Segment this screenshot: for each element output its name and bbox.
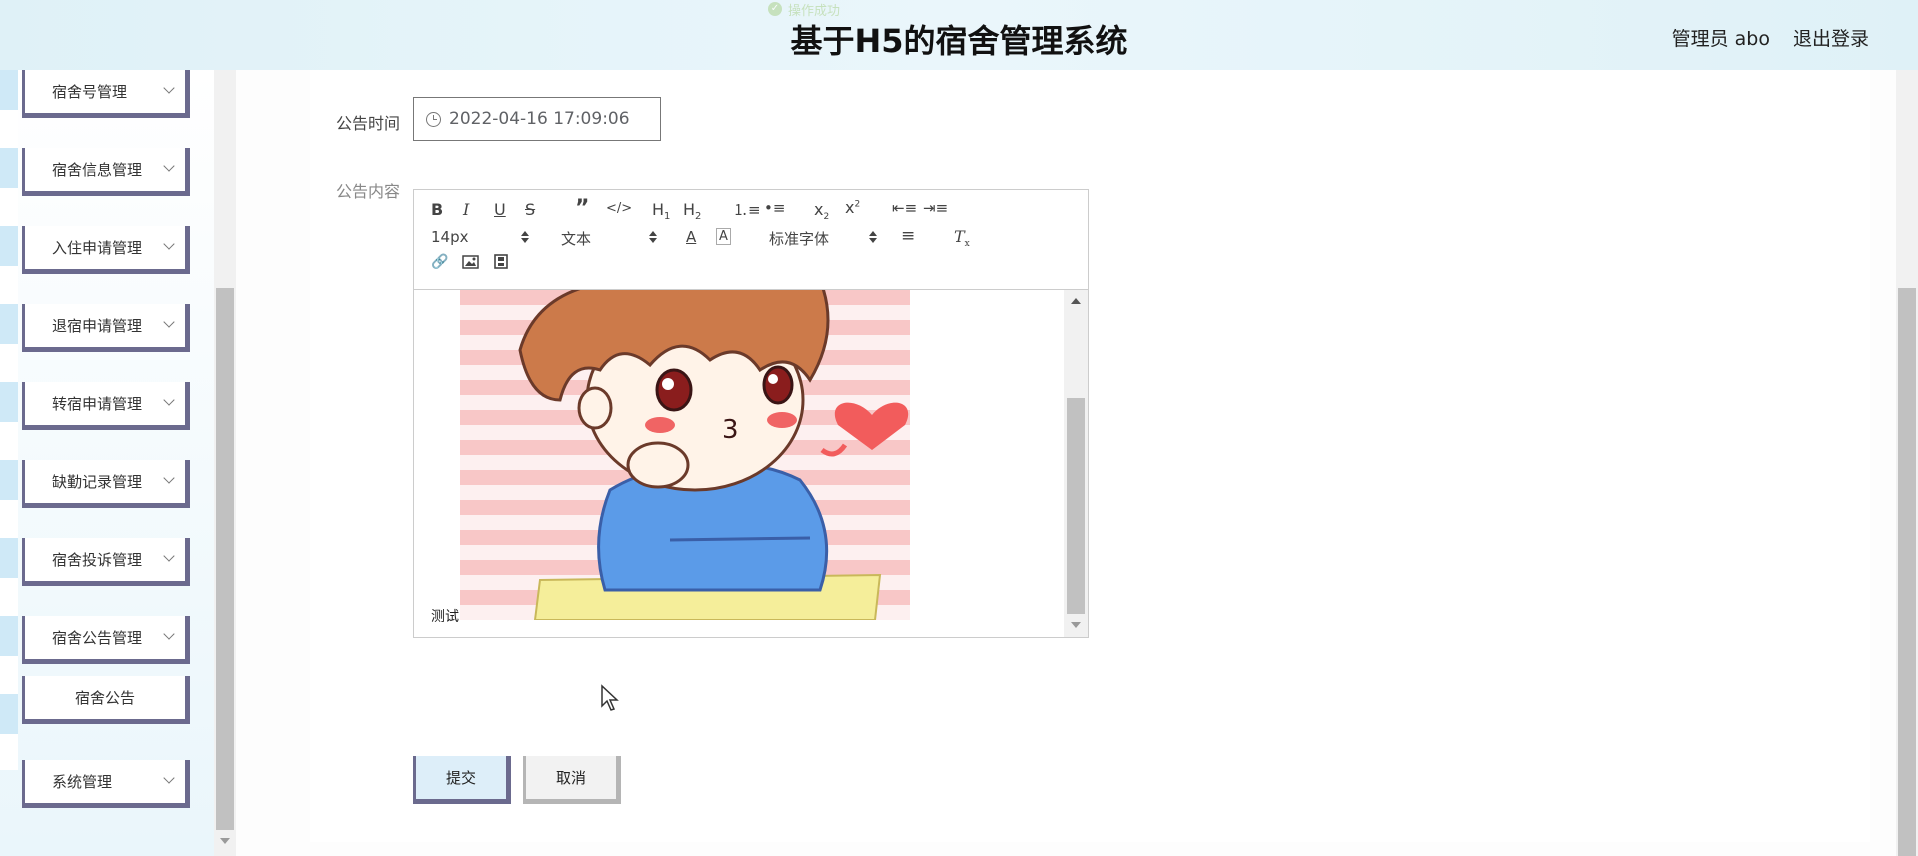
sidebar-item-label: 退宿申请管理 — [52, 317, 143, 335]
notice-time-value: 2022-04-16 17:09:06 — [449, 109, 630, 129]
content-label: 公告内容 — [335, 182, 400, 201]
scrollbar-thumb[interactable] — [216, 288, 234, 830]
chevron-down-icon — [163, 550, 175, 562]
sidebar-item-complaint[interactable]: 宿舍投诉管理 — [22, 538, 190, 586]
font-size-value: 14px — [431, 228, 469, 246]
scroll-up-icon[interactable] — [1071, 298, 1081, 304]
heading1-icon[interactable]: H1 — [652, 200, 670, 222]
sidebar-item-dorm-number[interactable]: 宿舍号管理 — [22, 70, 190, 118]
rich-text-editor[interactable]: B I U S ” </> H1 H2 ⒈≡ •≡ x2 x2 ⇤≡ ⇥≡ 14… — [413, 189, 1089, 638]
page-scrollbar[interactable] — [1896, 70, 1918, 856]
sidebar-item-checkout[interactable]: 退宿申请管理 — [22, 304, 190, 352]
video-icon[interactable] — [494, 254, 508, 273]
sidebar-scrollbar[interactable] — [214, 70, 236, 856]
sidebar-item-label: 转宿申请管理 — [52, 395, 143, 413]
heading2-icon[interactable]: H2 — [683, 200, 701, 222]
sidebar-item-dorm-info[interactable]: 宿舍信息管理 — [22, 148, 190, 196]
superscript-icon[interactable]: x2 — [845, 198, 860, 217]
time-label: 公告时间 — [335, 114, 400, 133]
logout-link[interactable]: 退出登录 — [1793, 24, 1869, 51]
font-family-select[interactable]: 标准字体 — [769, 228, 879, 249]
font-family-value: 标准字体 — [769, 230, 830, 248]
chevron-down-icon — [163, 394, 175, 406]
code-icon[interactable]: </> — [606, 201, 632, 216]
blockquote-icon[interactable]: ” — [575, 196, 589, 221]
sidebar-item-label: 入住申请管理 — [52, 239, 143, 257]
chevron-down-icon — [163, 316, 175, 328]
image-icon[interactable] — [462, 254, 479, 273]
sidebar-item-label: 宿舍信息管理 — [52, 161, 143, 179]
scrollbar-thumb[interactable] — [1067, 398, 1085, 614]
sidebar-item-notice-manage[interactable]: 宿舍公告管理 — [22, 616, 190, 664]
chevron-down-icon — [163, 82, 175, 94]
clear-format-icon[interactable]: Tx — [954, 227, 970, 249]
chevron-down-icon — [163, 160, 175, 172]
underline-icon[interactable]: U — [494, 200, 506, 219]
bullet-list-icon[interactable]: •≡ — [764, 199, 785, 217]
chevron-down-icon — [163, 472, 175, 484]
italic-icon[interactable]: I — [463, 200, 469, 219]
font-size-select[interactable]: 14px — [431, 228, 531, 246]
notice-time-input[interactable]: 2022-04-16 17:09:06 — [413, 97, 661, 141]
submit-button[interactable]: 提交 — [413, 756, 511, 804]
chevron-down-icon — [163, 772, 175, 784]
app-title: 基于H5的宿舍管理系统 — [790, 22, 1128, 60]
sidebar-item-label: 宿舍公告管理 — [52, 629, 143, 647]
cancel-button[interactable]: 取消 — [523, 756, 621, 804]
clock-icon — [426, 111, 441, 127]
sidebar-item-label: 宿舍号管理 — [52, 83, 128, 101]
strikethrough-icon[interactable]: S — [525, 200, 535, 219]
text-type-select[interactable]: 文本 — [561, 228, 661, 249]
background-color-icon[interactable]: A — [716, 228, 731, 245]
sidebar-item-label: 宿舍投诉管理 — [52, 551, 143, 569]
sidebar-subitem-notice[interactable]: 宿舍公告 — [22, 676, 190, 724]
editor-scrollbar[interactable] — [1064, 290, 1088, 637]
editor-toolbar: B I U S ” </> H1 H2 ⒈≡ •≡ x2 x2 ⇤≡ ⇥≡ 14… — [414, 190, 1088, 290]
indent-icon[interactable]: ⇥≡ — [923, 199, 948, 217]
editor-caption: 测试 — [431, 609, 459, 625]
current-user: 管理员 abo — [1671, 28, 1770, 50]
font-color-icon[interactable]: A — [686, 228, 696, 246]
chevron-down-icon — [163, 628, 175, 640]
subscript-icon[interactable]: x2 — [814, 200, 829, 222]
scrollbar-thumb[interactable] — [1898, 288, 1916, 856]
mouse-cursor-icon — [601, 684, 619, 711]
svg-text:3: 3 — [722, 415, 739, 445]
sidebar-item-transfer[interactable]: 转宿申请管理 — [22, 382, 190, 430]
editor-content[interactable]: 3 测试 — [414, 290, 1064, 637]
check-icon: ✓ — [768, 2, 782, 16]
sidebar-item-label: 缺勤记录管理 — [52, 473, 143, 491]
sidebar-item-system[interactable]: 系统管理 — [22, 760, 190, 808]
link-icon[interactable]: 🔗 — [431, 254, 448, 270]
outdent-icon[interactable]: ⇤≡ — [892, 199, 917, 217]
sidebar-item-absence[interactable]: 缺勤记录管理 — [22, 460, 190, 508]
ordered-list-icon[interactable]: ⒈≡ — [733, 199, 761, 220]
sidebar-item-checkin[interactable]: 入住申请管理 — [22, 226, 190, 274]
scroll-down-icon[interactable] — [1071, 622, 1081, 628]
chevron-down-icon — [163, 238, 175, 250]
bold-icon[interactable]: B — [431, 200, 443, 219]
sidebar-item-label: 系统管理 — [52, 773, 113, 791]
scroll-down-icon[interactable] — [220, 838, 230, 844]
align-icon[interactable]: ≡ — [901, 226, 915, 246]
top-header: ✓ 操作成功 基于H5的宿舍管理系统 管理员 abo 退出登录 — [0, 0, 1918, 70]
sidebar-item-label: 宿舍公告 — [74, 689, 135, 707]
cartoon-boy-image: 3 — [460, 290, 910, 620]
text-type-value: 文本 — [561, 230, 592, 248]
